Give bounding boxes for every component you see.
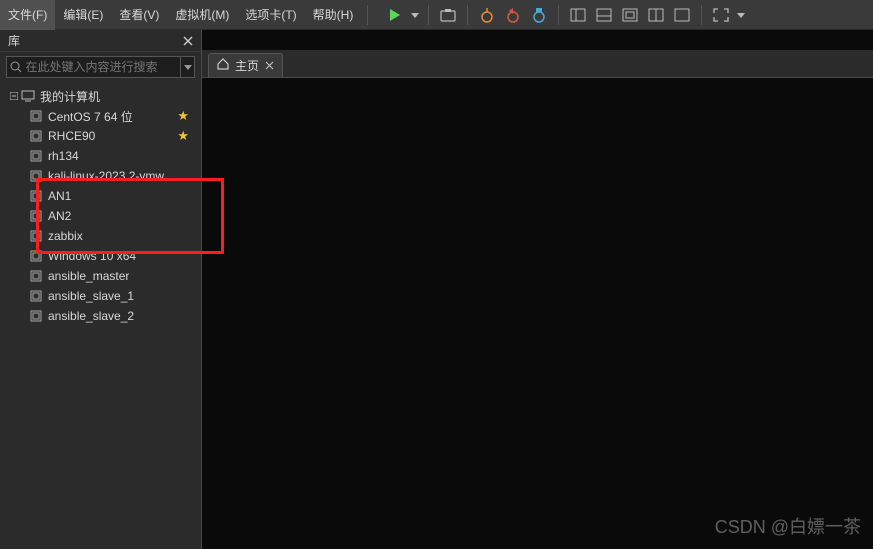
separator xyxy=(367,5,368,25)
separator xyxy=(428,5,429,25)
fullscreen-icon[interactable] xyxy=(708,2,734,28)
menu-vm[interactable]: 虚拟机(M) xyxy=(167,0,237,30)
tree-item-label: rh134 xyxy=(48,149,79,163)
fullscreen-dropdown[interactable] xyxy=(734,2,748,28)
tree-item-label: ansible_master xyxy=(48,269,129,283)
vm-icon xyxy=(28,210,44,222)
tree-item-label: zabbix xyxy=(48,229,83,243)
vm-icon xyxy=(28,310,44,322)
tabbar: 主页 xyxy=(202,50,873,78)
tree-item[interactable]: zabbix xyxy=(0,226,201,246)
tree-item[interactable]: CentOS 7 64 位 ★ xyxy=(0,106,201,126)
vm-icon xyxy=(28,250,44,262)
tree-item[interactable]: AN2 xyxy=(0,206,201,226)
menu-tabs[interactable]: 选项卡(T) xyxy=(237,0,304,30)
separator xyxy=(467,5,468,25)
tree-item[interactable]: ansible_master xyxy=(0,266,201,286)
computer-icon xyxy=(20,90,36,102)
menu-file[interactable]: 文件(F) xyxy=(0,0,55,30)
vm-tree: 我的计算机 CentOS 7 64 位 ★ RHCE90 ★ rh134 kali-… xyxy=(0,82,201,330)
star-icon: ★ xyxy=(177,128,189,144)
tree-item-label: RHCE90 xyxy=(48,129,95,143)
separator xyxy=(701,5,702,25)
separator xyxy=(558,5,559,25)
tree-item[interactable]: Windows 10 x64 xyxy=(0,246,201,266)
menu-edit[interactable]: 编辑(E) xyxy=(55,0,111,30)
library-sidebar: 库 我的计算机 CentOS 7 64 位★ RHCE90★ rh134 k xyxy=(0,30,202,549)
snapshot-manage-icon[interactable] xyxy=(526,2,552,28)
menubar: 文件(F) 编辑(E) 查看(V) 虚拟机(M) 选项卡(T) 帮助(H) xyxy=(0,0,873,30)
tree-item[interactable]: AN1 xyxy=(0,186,201,206)
vm-icon xyxy=(28,290,44,302)
play-dropdown[interactable] xyxy=(408,2,422,28)
layout-5-icon[interactable] xyxy=(669,2,695,28)
vm-icon xyxy=(28,230,44,242)
search-input[interactable] xyxy=(25,60,180,74)
layout-4-icon[interactable] xyxy=(643,2,669,28)
tree-item-label: CentOS 7 64 位 xyxy=(48,108,133,125)
tree-root-my-computer[interactable]: 我的计算机 xyxy=(0,86,201,106)
menu-help[interactable]: 帮助(H) xyxy=(305,0,362,30)
home-icon xyxy=(217,58,229,73)
tree-item[interactable]: kali-linux-2023.2-vmw xyxy=(0,166,201,186)
vm-icon xyxy=(28,130,44,142)
close-icon[interactable] xyxy=(181,34,195,48)
layout-3-icon[interactable] xyxy=(617,2,643,28)
tree-item-label: ansible_slave_2 xyxy=(48,309,134,323)
main-area: 主页 xyxy=(202,30,873,549)
collapse-icon[interactable] xyxy=(8,92,20,100)
close-icon[interactable] xyxy=(265,61,274,70)
layout-2-icon[interactable] xyxy=(591,2,617,28)
tree-item-label: ansible_slave_1 xyxy=(48,289,134,303)
tree-item[interactable]: ansible_slave_1 xyxy=(0,286,201,306)
layout-1-icon[interactable] xyxy=(565,2,591,28)
tab-home-label: 主页 xyxy=(235,57,259,74)
tree-root-label: 我的计算机 xyxy=(40,88,100,105)
snapshot-icon[interactable] xyxy=(435,2,461,28)
tree-item[interactable]: RHCE90 ★ xyxy=(0,126,201,146)
search-icon xyxy=(7,61,25,73)
tree-item-label: AN1 xyxy=(48,189,71,203)
tree-item-label: AN2 xyxy=(48,209,71,223)
menu-view[interactable]: 查看(V) xyxy=(111,0,167,30)
tab-home[interactable]: 主页 xyxy=(208,53,283,77)
tree-item[interactable]: rh134 xyxy=(0,146,201,166)
vm-icon xyxy=(28,170,44,182)
snapshot-take-icon[interactable] xyxy=(474,2,500,28)
tree-item[interactable]: ansible_slave_2 xyxy=(0,306,201,326)
star-icon: ★ xyxy=(177,108,189,124)
snapshot-revert-icon[interactable] xyxy=(500,2,526,28)
sidebar-title: 库 xyxy=(8,32,20,49)
vm-icon xyxy=(28,190,44,202)
vm-icon xyxy=(28,110,44,122)
tree-item-label: kali-linux-2023.2-vmw xyxy=(48,169,164,183)
watermark: CSDN @白嫖一茶 xyxy=(715,513,861,539)
search-dropdown-icon[interactable] xyxy=(180,57,194,77)
search-row xyxy=(6,56,195,78)
tree-item-label: Windows 10 x64 xyxy=(48,249,136,263)
vm-icon xyxy=(28,270,44,282)
content-area xyxy=(202,78,873,549)
vm-icon xyxy=(28,150,44,162)
play-button[interactable] xyxy=(382,2,408,28)
